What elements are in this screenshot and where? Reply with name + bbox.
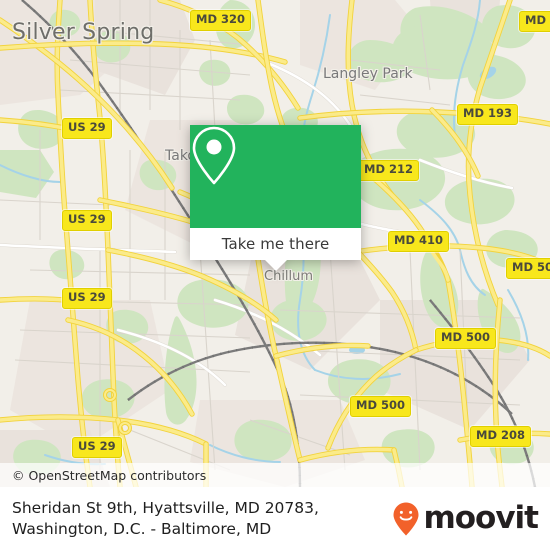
footer-bar: Sheridan St 9th, Hyattsville, MD 20783, …	[0, 487, 550, 550]
osm-attribution-text[interactable]: © OpenStreetMap contributors	[12, 468, 206, 483]
location-title: Sheridan St 9th, Hyattsville, MD 20783, …	[12, 498, 319, 538]
moovit-logo[interactable]: moovit	[393, 500, 539, 536]
take-me-there-label: Take me there	[221, 235, 330, 253]
shield-md-500-s[interactable]: MD 500	[350, 396, 411, 417]
shield-md-410[interactable]: MD 410	[388, 231, 449, 252]
shield-md-193[interactable]: MD 193	[457, 104, 518, 125]
callout-pointer	[264, 260, 287, 271]
map-attribution-bar: © OpenStreetMap contributors	[0, 463, 550, 487]
take-me-there-button[interactable]: Take me there	[190, 228, 361, 271]
map-canvas[interactable]: .park{fill:#cfe5c0;} .wood{fill:#c8e0b8;…	[0, 0, 550, 487]
shield-us-29-mid[interactable]: US 29	[62, 210, 112, 231]
map-pin-icon	[192, 126, 236, 185]
shield-us-29-n[interactable]: US 29	[62, 118, 112, 139]
location-callout-card[interactable]: Take me there	[190, 125, 361, 271]
shield-md-500-ne[interactable]: MD 500	[506, 258, 550, 279]
moovit-pin-smiley-icon	[393, 502, 419, 535]
shield-md-212[interactable]: MD 212	[358, 160, 419, 181]
shield-md-320[interactable]: MD 320	[190, 10, 251, 31]
map-screenshot: .park{fill:#cfe5c0;} .wood{fill:#c8e0b8;…	[0, 0, 550, 550]
shield-md-500-mid[interactable]: MD 500	[435, 328, 496, 349]
shield-us-29-s[interactable]: US 29	[72, 437, 122, 458]
callout-pin-panel	[190, 125, 361, 228]
shield-md-193-edge[interactable]: MD 1	[519, 11, 550, 32]
moovit-wordmark: moovit	[423, 500, 539, 536]
shield-md-208[interactable]: MD 208	[470, 426, 531, 447]
shield-us-29-low[interactable]: US 29	[62, 288, 112, 309]
